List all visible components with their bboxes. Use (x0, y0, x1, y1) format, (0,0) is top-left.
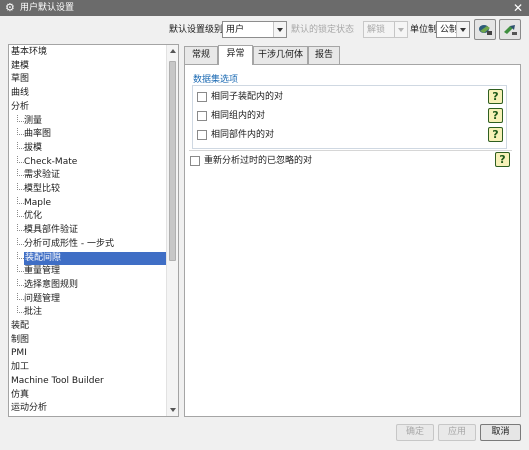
help-icon[interactable]: ? (488, 127, 503, 142)
tree-connector (17, 224, 24, 232)
tree-subitem[interactable]: 拔模 (24, 142, 42, 156)
tree-subitem[interactable]: 重量管理 (24, 265, 60, 279)
window-title: 用户默认设置 (20, 3, 75, 13)
checkbox[interactable] (197, 130, 207, 140)
chevron-down-icon (273, 22, 286, 37)
tree-subitem[interactable]: 装配间隙 (24, 251, 166, 266)
tree-item[interactable]: 装配 (11, 320, 29, 334)
help-icon[interactable]: ? (488, 108, 503, 123)
tree-item[interactable]: 草图 (11, 73, 29, 87)
tree-item[interactable]: 分析 (11, 101, 29, 115)
tree-connector (17, 306, 24, 314)
tree-subitem[interactable]: 分析可成形性 - 一步式 (24, 238, 114, 252)
unit-label: 单位制 (410, 25, 438, 35)
title-bar: ⚙ 用户默认设置 ✕ (0, 0, 529, 16)
tree-connector (17, 237, 24, 245)
tree-connector (17, 128, 24, 136)
tree-subitem[interactable]: 问题管理 (24, 293, 60, 307)
unit-select[interactable]: 公制 (436, 21, 470, 38)
tree-subitem[interactable]: 选择意图规则 (24, 279, 78, 293)
lock-label: 默认的锁定状态 (291, 25, 355, 35)
option-label: 相同子装配内的对 (211, 92, 284, 102)
chevron-down-icon (394, 22, 407, 37)
scroll-thumb[interactable] (169, 61, 176, 261)
tree-item[interactable]: 运动分析 (11, 402, 47, 416)
checkbox[interactable] (197, 111, 207, 121)
tree-item[interactable]: Machine Tool Builder (11, 375, 104, 389)
tree-subitem[interactable]: 批注 (24, 306, 42, 320)
import-export-icon (504, 25, 517, 35)
tree-connector (17, 251, 24, 259)
cancel-button[interactable]: 取消 (480, 424, 521, 441)
tree-subitem[interactable]: Maple (24, 197, 51, 211)
tree-connector (17, 265, 24, 273)
tree-subitem[interactable]: Check-Mate (24, 156, 77, 170)
tree-subitem[interactable]: 模具部件验证 (24, 224, 78, 238)
tree-subitem[interactable]: 测量 (24, 115, 42, 129)
help-icon[interactable]: ? (495, 152, 510, 167)
tree-item[interactable]: 基本环境 (11, 46, 47, 60)
close-icon[interactable]: ✕ (513, 0, 523, 16)
tree-item[interactable]: 仿真 (11, 389, 29, 403)
lock-value: 解锁 (367, 25, 386, 35)
tree-connector (17, 278, 24, 286)
separator (189, 150, 512, 151)
option-label: 相同部件内的对 (211, 130, 275, 140)
tree-item[interactable]: PMI (11, 347, 27, 361)
tab-interference-geometry[interactable]: 干涉几何体 (253, 46, 308, 64)
tree-connector (17, 292, 24, 300)
tree-connector (17, 183, 24, 190)
settings-panel: 数据集选项 相同子装配内的对 ? 相同组内的对 ? 相同部件内的对 ? 重新分析… (184, 64, 521, 417)
tree-item[interactable]: 制图 (11, 334, 29, 348)
checkbox[interactable] (190, 156, 200, 166)
gear-icon: ⚙ (5, 1, 15, 14)
option-label: 相同组内的对 (211, 111, 266, 121)
level-select[interactable]: 用户 (222, 21, 287, 38)
scroll-down-icon[interactable] (167, 404, 178, 416)
tree-connector (17, 169, 24, 177)
manage-current-settings-button[interactable] (474, 19, 496, 40)
level-value: 用户 (226, 25, 245, 35)
apply-button[interactable]: 应用 (438, 424, 476, 441)
tree-connector (17, 114, 24, 122)
tree-subitem[interactable]: 优化 (24, 210, 42, 224)
level-label: 默认设置级别 (169, 25, 224, 35)
scroll-up-icon[interactable] (167, 45, 178, 57)
ok-button[interactable]: 确定 (396, 424, 434, 441)
help-icon[interactable]: ? (488, 89, 503, 104)
tree-item[interactable]: 加工 (11, 361, 29, 375)
tab-general[interactable]: 常规 (184, 46, 218, 64)
checkbox[interactable] (197, 92, 207, 102)
dataset-options-group: 相同子装配内的对 ? 相同组内的对 ? 相同部件内的对 ? (192, 85, 507, 149)
tree-connector (17, 141, 24, 149)
tree-subitem[interactable]: 模型比较 (24, 183, 60, 197)
tree-subitem[interactable]: 曲率图 (24, 128, 51, 142)
import-export-button[interactable] (499, 19, 521, 40)
manage-current-settings-icon (479, 25, 492, 35)
tree-connector (17, 196, 24, 204)
tree-scrollbar[interactable] (166, 45, 178, 416)
tree-connector (17, 210, 24, 218)
group-title: 数据集选项 (193, 75, 239, 85)
category-tree[interactable]: 基本环境 建模 草图 曲线 分析 测量 曲率图 拔模 Check-Mate 需求验证 模型比较 Map… (8, 44, 179, 417)
tab-exceptions[interactable]: 异常 (218, 45, 253, 65)
tab-report[interactable]: 报告 (308, 46, 340, 64)
chevron-down-icon (456, 22, 469, 37)
tree-item[interactable]: 建模 (11, 60, 29, 74)
tree-item[interactable]: 曲线 (11, 87, 29, 101)
toolbar: 默认设置级别 用户 默认的锁定状态 解锁 单位制 公制 (0, 16, 529, 42)
tree-subitem[interactable]: 需求验证 (24, 169, 60, 183)
option-label: 重新分析过时的已忽略的对 (204, 156, 313, 166)
lock-select[interactable]: 解锁 (363, 21, 408, 38)
tree-connector (17, 155, 24, 163)
